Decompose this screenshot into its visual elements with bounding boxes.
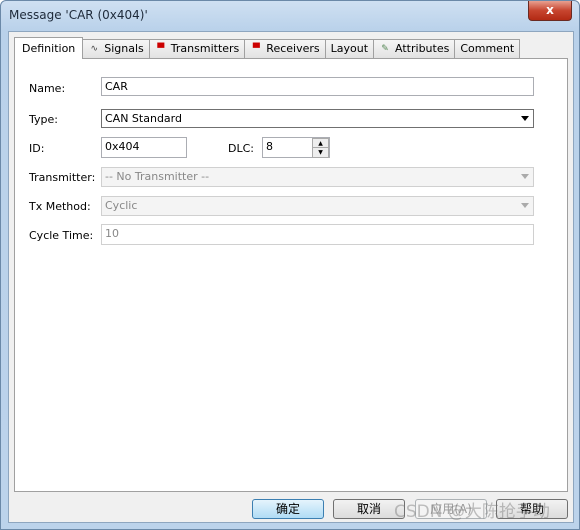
ok-button[interactable]: 确定 xyxy=(252,499,324,519)
tab-transmitters[interactable]: ▀ Transmitters xyxy=(148,39,246,58)
definition-panel: Name: CAR Type: CAN Standard ID: 0x404 D… xyxy=(14,58,568,492)
tab-comment[interactable]: Comment xyxy=(454,39,521,58)
transmitter-label: Transmitter: xyxy=(29,171,96,184)
tab-bar: Definition ∿ Signals ▀ Transmitters ▀ Recei… xyxy=(14,37,521,59)
tab-label: Definition xyxy=(22,41,76,55)
dlc-label: DLC: xyxy=(228,142,254,155)
tab-signals[interactable]: ∿ Signals xyxy=(82,39,150,58)
txmethod-select[interactable]: Cyclic xyxy=(101,196,534,216)
txmethod-label: Tx Method: xyxy=(29,200,91,213)
name-label: Name: xyxy=(29,82,66,95)
tab-receivers[interactable]: ▀ Receivers xyxy=(244,39,326,58)
transmitter-select[interactable]: -- No Transmitter -- xyxy=(101,167,534,187)
node-pin-icon: ▀ xyxy=(157,43,165,54)
cycletime-input[interactable]: 10 xyxy=(101,224,534,245)
pencil-note-icon: ✎ xyxy=(381,43,389,54)
id-input[interactable]: 0x404 xyxy=(101,137,187,158)
dlc-stepper[interactable]: 8 ▲ ▼ xyxy=(262,137,330,158)
node-pin-icon: ▀ xyxy=(252,43,260,54)
tab-label: Layout xyxy=(330,42,369,55)
tab-label: Comment xyxy=(460,42,515,55)
signal-wave-icon: ∿ xyxy=(90,43,99,54)
window-title: Message 'CAR (0x404)' xyxy=(9,8,148,22)
tab-label: Attributes xyxy=(395,42,450,55)
watermark: CSDN @大陈抢手动 xyxy=(394,502,550,522)
txmethod-value: Cyclic xyxy=(105,199,138,212)
dialog-client: Definition ∿ Signals ▀ Transmitters ▀ Recei… xyxy=(8,31,574,523)
name-input[interactable]: CAR xyxy=(101,77,534,96)
tab-layout[interactable]: Layout xyxy=(324,39,375,58)
tab-definition[interactable]: Definition xyxy=(14,37,84,59)
dialog-window: Message 'CAR (0x404)' x Definition ∿ Sign… xyxy=(0,0,580,530)
transmitter-value: -- No Transmitter -- xyxy=(105,170,210,183)
chevron-down-icon xyxy=(521,116,529,121)
spin-down-icon[interactable]: ▼ xyxy=(312,147,329,158)
tab-label: Transmitters xyxy=(170,42,240,55)
chevron-down-icon xyxy=(521,203,529,208)
type-select[interactable]: CAN Standard xyxy=(101,109,534,128)
dlc-value: 8 xyxy=(266,140,273,153)
type-label: Type: xyxy=(29,113,58,126)
tab-label: Signals xyxy=(104,42,144,55)
id-label: ID: xyxy=(29,142,45,155)
close-button[interactable]: x xyxy=(528,1,572,21)
chevron-down-icon xyxy=(521,174,529,179)
cycletime-label: Cycle Time: xyxy=(29,229,94,242)
tab-attributes[interactable]: ✎ Attributes xyxy=(373,39,456,58)
type-value: CAN Standard xyxy=(105,112,182,125)
tab-label: Receivers xyxy=(266,42,320,55)
